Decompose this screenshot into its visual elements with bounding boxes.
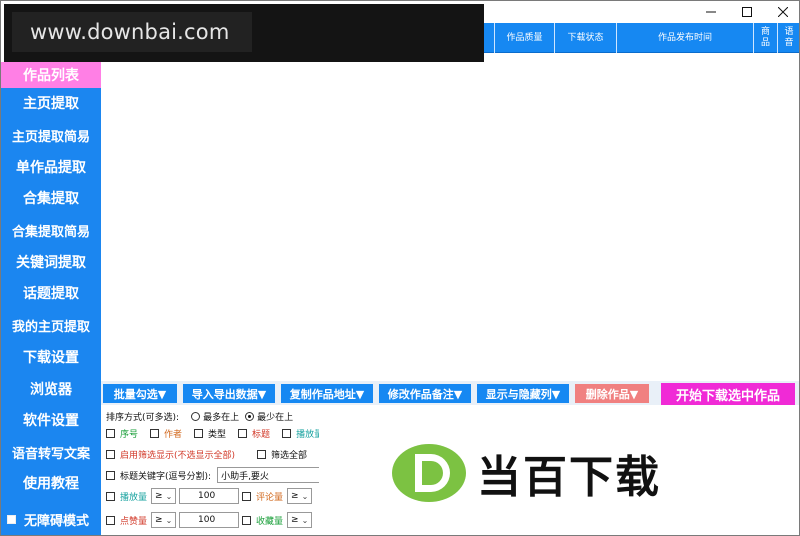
comment-count-checkbox[interactable]: [242, 491, 252, 501]
start-download-button[interactable]: 开始下载选中作品: [661, 383, 795, 405]
edit-note-button[interactable]: 修改作品备注▼: [379, 384, 471, 403]
play-count-label: 播放量: [120, 492, 148, 503]
sidebar-item-collection-extract[interactable]: 合集提取: [1, 183, 101, 213]
filter-all-label: 筛选全部: [271, 450, 308, 461]
column-checkbox-title[interactable]: [238, 428, 248, 438]
show-hide-columns-button[interactable]: 显示与隐藏列▼: [477, 384, 569, 403]
bottom-toolbar: 批量勾选▼ 导入导出数据▼ 复制作品地址▼ 修改作品备注▼ 显示与隐藏列▼ 删除…: [101, 381, 799, 405]
sidebar-item-collection-extract-simple[interactable]: 合集提取简易: [1, 215, 101, 245]
watermark-text: www.downbai.com: [30, 20, 230, 44]
import-export-button[interactable]: 导入导出数据▼: [183, 384, 275, 403]
column-header-product[interactable]: 商品: [753, 23, 777, 53]
sidebar-item-my-home-extract[interactable]: 我的主页提取: [1, 310, 101, 340]
comment-count-operator-select[interactable]: ≥ ⌄: [287, 488, 313, 504]
filter-all-checkbox[interactable]: [257, 449, 267, 459]
sidebar: 作品列表 主页提取 主页提取简易 单作品提取 合集提取 合集提取简易 关键词提取…: [1, 62, 101, 535]
chevron-down-icon: ⌄: [165, 515, 173, 525]
like-count-operator-select[interactable]: ≥ ⌄: [151, 512, 177, 528]
column-header-voice[interactable]: 语音: [777, 23, 799, 53]
collect-count-checkbox[interactable]: [242, 515, 252, 525]
title-keywords-label: 标题关键字(逗号分割):: [120, 471, 212, 482]
title-keywords-checkbox[interactable]: [106, 470, 115, 480]
filter-panel: 排序方式(可多选): 最多在上 最少在上 序号 作者 类型 标题 播放量 启用筛…: [101, 405, 328, 535]
like-count-threshold-input[interactable]: 100: [179, 512, 240, 528]
sidebar-item-topic-extract[interactable]: 话题提取: [1, 278, 101, 308]
minimize-icon: [706, 11, 716, 13]
column-label-index: 序号: [120, 429, 139, 440]
sort-row: 排序方式(可多选): 最多在上 最少在上: [106, 408, 293, 424]
like-collect-row: 点赞量 ≥ ⌄ 100 收藏量 ≥ ⌄: [106, 512, 315, 528]
close-button[interactable]: [765, 1, 799, 23]
batch-select-button[interactable]: 批量勾选▼: [103, 384, 177, 403]
brand-name: 当百下载: [477, 452, 661, 503]
like-count-checkbox[interactable]: [106, 515, 115, 525]
chevron-down-icon: ⌄: [165, 491, 173, 501]
play-count-checkbox[interactable]: [106, 491, 115, 501]
column-header-download-status[interactable]: 下载状态: [554, 23, 616, 53]
title-keywords-input[interactable]: 小助手,要火: [217, 467, 328, 483]
sidebar-item-voice-transcribe[interactable]: 语音转写文案: [1, 437, 101, 467]
minimize-button[interactable]: [693, 1, 729, 23]
operator-value: ≥: [155, 515, 163, 525]
operator-value: ≥: [291, 491, 299, 501]
operator-value: ≥: [291, 515, 299, 525]
sidebar-item-tutorial[interactable]: 使用教程: [1, 468, 101, 498]
sidebar-item-keyword-extract[interactable]: 关键词提取: [1, 247, 101, 277]
like-count-label: 点赞量: [120, 516, 148, 527]
column-label-type: 类型: [208, 429, 227, 440]
sort-most-label: 最多在上: [203, 412, 240, 423]
column-checkbox-author[interactable]: [150, 428, 160, 438]
delete-works-button[interactable]: 删除作品▼: [575, 384, 649, 403]
comment-count-label: 评论量: [256, 492, 284, 503]
sort-label: 排序方式(可多选):: [106, 412, 180, 423]
maximize-button[interactable]: [729, 1, 765, 23]
play-count-threshold-input[interactable]: 100: [179, 488, 240, 504]
collect-count-label: 收藏量: [256, 516, 284, 527]
column-header-quality[interactable]: 作品质量: [494, 23, 554, 53]
sidebar-item-download-settings[interactable]: 下载设置: [1, 342, 101, 372]
operator-value: ≥: [155, 491, 163, 501]
collect-count-operator-select[interactable]: ≥ ⌄: [287, 512, 313, 528]
works-grid[interactable]: [101, 53, 799, 381]
column-checkbox-play-count[interactable]: [282, 428, 292, 438]
column-checkbox-type[interactable]: [194, 428, 204, 438]
sidebar-item-browser[interactable]: 浏览器: [1, 374, 101, 404]
column-label-author: 作者: [164, 429, 183, 440]
watermark-box: www.downbai.com: [12, 12, 252, 52]
accessible-mode-toggle[interactable]: 无障碍模式: [1, 505, 101, 533]
app-window: 作品质量 下载状态 作品发布时间 商品 语音 www.downbai.com 作…: [0, 0, 800, 536]
enable-filter-row: 启用筛选显示(不选显示全部) 筛选全部: [106, 446, 307, 462]
maximize-icon: [742, 7, 752, 17]
chevron-down-icon: ⌄: [301, 515, 309, 525]
sidebar-item-home-extract-simple[interactable]: 主页提取简易: [1, 120, 101, 150]
sidebar-item-single-extract[interactable]: 单作品提取: [1, 152, 101, 182]
watermark-banner: www.downbai.com: [4, 4, 484, 62]
column-checkbox-row: 序号 作者 类型 标题 播放量: [106, 425, 335, 441]
sidebar-item-home-extract[interactable]: 主页提取: [1, 88, 101, 118]
enable-filter-checkbox[interactable]: [106, 449, 115, 459]
play-comment-row: 播放量 ≥ ⌄ 100 评论量 ≥ ⌄: [106, 488, 315, 504]
sort-least-radio[interactable]: [245, 411, 255, 421]
column-label-title: 标题: [252, 429, 271, 440]
brand-logo-icon: [392, 444, 466, 502]
copy-address-button[interactable]: 复制作品地址▼: [281, 384, 373, 403]
sidebar-item-works-list[interactable]: 作品列表: [1, 62, 101, 88]
play-count-operator-select[interactable]: ≥ ⌄: [151, 488, 177, 504]
sidebar-item-software-settings[interactable]: 软件设置: [1, 405, 101, 435]
sort-least-label: 最少在上: [257, 412, 294, 423]
column-header-publish-time[interactable]: 作品发布时间: [616, 23, 753, 53]
brand-watermark: 当百下载: [319, 405, 799, 535]
close-icon: [778, 7, 788, 17]
title-keywords-row: 标题关键字(逗号分割): 小助手,要火: [106, 467, 328, 483]
enable-filter-label: 启用筛选显示(不选显示全部): [120, 450, 236, 461]
accessible-mode-checkbox[interactable]: [7, 514, 16, 524]
accessible-mode-label: 无障碍模式: [24, 513, 90, 529]
sort-most-radio[interactable]: [191, 411, 201, 421]
column-checkbox-index[interactable]: [106, 428, 115, 438]
chevron-down-icon: ⌄: [301, 491, 309, 501]
